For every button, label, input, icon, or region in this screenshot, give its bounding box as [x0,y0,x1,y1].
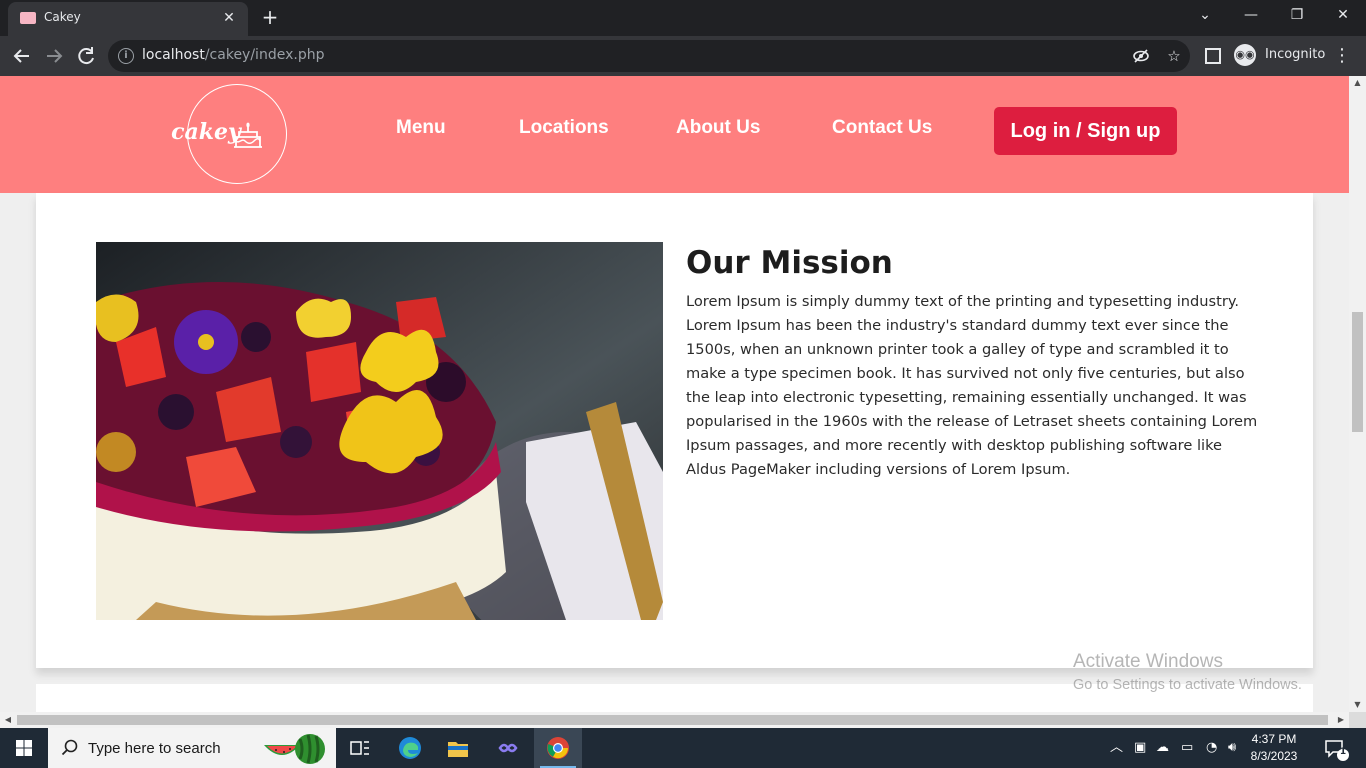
chrome-taskbar-button[interactable] [534,728,582,768]
wifi-icon[interactable]: ◔ [1206,740,1217,756]
edge-icon [399,737,421,759]
minimize-button[interactable]: — [1228,0,1274,32]
incognito-icon: ◉◉ [1234,44,1256,66]
forward-arrow-icon [47,49,63,63]
battery-icon[interactable]: ▭ [1181,740,1193,756]
action-center-button[interactable]: 1 [1318,728,1358,768]
side-panel-icon[interactable] [1205,48,1221,64]
task-view-icon [350,741,369,755]
new-tab-button[interactable]: + [258,5,282,29]
tab-search-icon[interactable]: ⌄ [1182,0,1228,32]
search-placeholder: Type here to search [88,740,221,757]
address-bar[interactable]: i localhost/cakey/index.php ☆ [108,40,1190,72]
url-text[interactable]: localhost/cakey/index.php [142,47,324,63]
windows-logo-icon [16,740,32,756]
scroll-up-arrow-icon[interactable]: ▲ [1349,76,1366,90]
horizontal-scroll-thumb[interactable] [17,715,1328,725]
infinity-app-icon [498,743,518,753]
browser-menu-icon[interactable]: ⋮ [1330,42,1354,70]
scrollbar-corner [1349,712,1366,728]
forward-button[interactable] [40,42,68,70]
clock-time: 4:37 PM [1251,732,1297,746]
site-info-icon[interactable]: i [118,48,134,64]
browser-tab[interactable]: Cakey ✕ [8,2,248,36]
browser-tab-strip: Cakey ✕ + ⌄ — ❐ ✕ [0,0,1366,36]
bookmark-star-icon[interactable]: ☆ [1165,47,1183,65]
site-logo[interactable]: cakey [171,84,287,184]
activate-windows-watermark: Activate Windows Go to Settings to activ… [1073,651,1302,693]
notification-icon [1325,740,1349,761]
onedrive-cloud-icon[interactable]: ☁ [1156,740,1169,756]
edge-taskbar-button[interactable] [386,728,434,768]
back-button[interactable] [8,42,36,70]
mission-card: Our Mission Lorem Ipsum is simply dummy … [36,193,1313,668]
meet-now-icon[interactable]: ▣ [1134,740,1146,756]
close-window-button[interactable]: ✕ [1320,0,1366,32]
search-icon [60,738,80,758]
scroll-down-arrow-icon[interactable]: ▼ [1349,698,1366,712]
site-header: cakey Menu Locations About Us Contact Us… [0,76,1349,193]
notification-count: 1 [1339,747,1347,757]
show-hidden-icons-chevron-icon[interactable]: ︿ [1110,740,1123,756]
windows-taskbar: Type here to search ︿ ▣ ☁ ▭ ◔ 🔊︎ 4:37 PM… [0,728,1366,768]
cheesecake-photo [96,242,663,620]
file-explorer-taskbar-button[interactable] [434,728,482,768]
app-taskbar-button[interactable] [484,728,532,768]
taskbar-search-box[interactable]: Type here to search [48,728,336,768]
restore-button[interactable]: ❐ [1274,0,1320,32]
back-arrow-icon [13,49,29,63]
mission-title: Our Mission [686,245,893,281]
nav-locations[interactable]: Locations [519,117,609,139]
scroll-right-arrow-icon[interactable]: ▶ [1333,712,1349,728]
incognito-label: Incognito [1265,47,1326,62]
watermark-title: Activate Windows [1073,651,1223,672]
reload-icon [78,47,94,65]
tab-title: Cakey [44,10,81,24]
horizontal-scrollbar[interactable]: ◀ ▶ [0,712,1349,728]
page-viewport: cakey Menu Locations About Us Contact Us… [0,76,1349,712]
nav-contact-us[interactable]: Contact Us [832,117,932,139]
browser-toolbar: i localhost/cakey/index.php ☆ ◉◉ Incogni… [0,36,1366,76]
nav-menu[interactable]: Menu [396,117,446,139]
folder-icon [448,742,468,757]
close-tab-icon[interactable]: ✕ [218,7,240,29]
system-clock[interactable]: 4:37 PM 8/3/2023 [1244,731,1304,765]
eye-off-icon[interactable] [1132,47,1150,65]
cake-icon [234,122,262,148]
start-button[interactable] [0,728,48,768]
nav-about-us[interactable]: About Us [676,117,760,139]
vertical-scroll-thumb[interactable] [1352,312,1363,432]
watermark-subtitle: Go to Settings to activate Windows. [1073,677,1302,693]
login-signup-button[interactable]: Log in / Sign up [994,107,1177,155]
vertical-scrollbar[interactable]: ▲ ▼ [1349,76,1366,712]
reload-button[interactable] [72,42,100,70]
clock-date: 8/3/2023 [1250,749,1298,763]
watermelon-icon [264,734,325,764]
scroll-left-arrow-icon[interactable]: ◀ [0,712,16,728]
task-view-button[interactable] [336,728,384,768]
volume-icon[interactable]: 🔊︎ [1228,740,1236,756]
mission-body-text: Lorem Ipsum is simply dummy text of the … [686,293,1258,478]
cake-favicon-icon [20,12,36,24]
chrome-icon [547,737,569,759]
